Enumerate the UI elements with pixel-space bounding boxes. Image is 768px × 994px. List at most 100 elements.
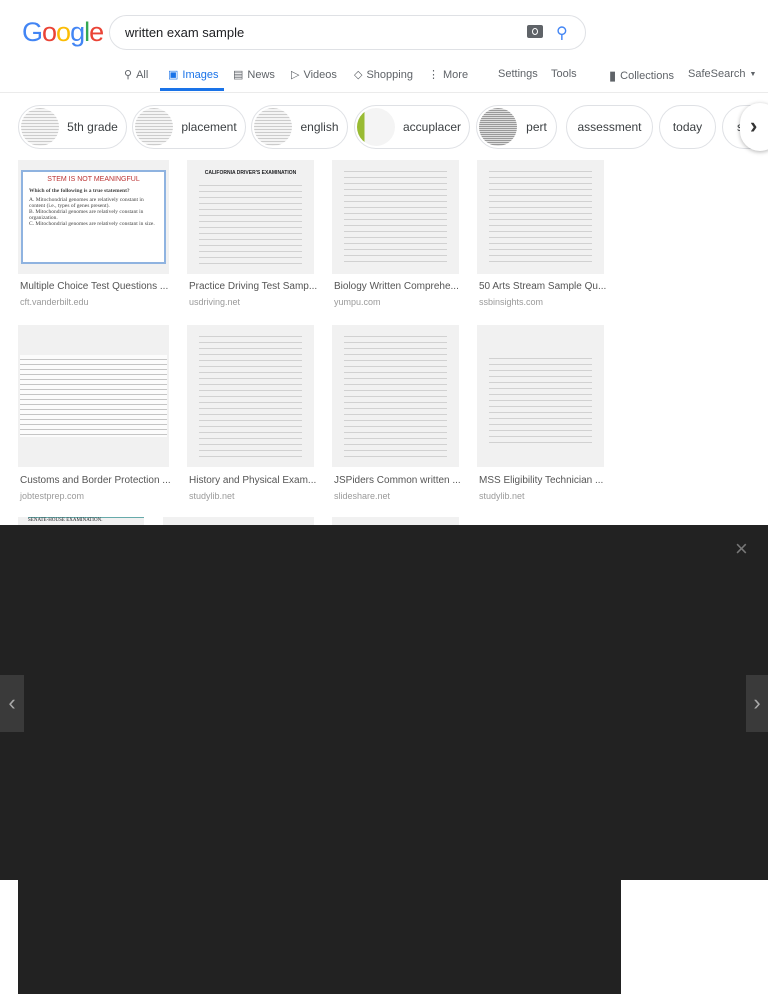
chips-next-button[interactable]: › [740, 103, 768, 151]
document-image [199, 182, 302, 266]
result-thumbnail[interactable] [18, 325, 169, 467]
result-caption[interactable]: MSS Eligibility Technician ... [479, 475, 603, 486]
thumb-option: A. Mitochondrial genomes are relatively … [29, 197, 144, 209]
chip-thumbnail [479, 108, 517, 146]
tag-icon: ◇ [354, 69, 363, 81]
logo-letter: o [56, 17, 71, 47]
result-thumbnail[interactable] [477, 325, 604, 467]
next-image-button[interactable]: › [746, 675, 768, 732]
tab-label: Shopping [366, 68, 413, 81]
thumb-question: Which of the following is a true stateme… [29, 188, 130, 194]
result-thumbnail[interactable] [477, 160, 604, 274]
thumb-title: CALIFORNIA DRIVER'S EXAMINATION [204, 170, 297, 176]
chip-5th-grade[interactable]: 5th grade [18, 105, 127, 149]
result-thumbnail[interactable] [187, 325, 314, 467]
result-thumbnail[interactable] [332, 160, 459, 274]
result-thumbnail[interactable] [332, 517, 459, 525]
logo-letter: g [70, 17, 85, 47]
logo-letter: e [89, 17, 104, 47]
chip-label: english [300, 120, 339, 134]
more-vert-icon: ⋮ [428, 69, 439, 81]
tab-news[interactable]: ▤ News [233, 68, 275, 82]
tab-label: All [136, 68, 149, 81]
document-image [489, 355, 592, 447]
result-thumbnail[interactable] [332, 325, 459, 467]
tools-link[interactable]: Tools [551, 68, 577, 80]
result-caption[interactable]: Biology Written Comprehe... [334, 281, 459, 292]
chip-placement[interactable]: placement [132, 105, 246, 149]
document-image [489, 168, 592, 266]
tab-label: News [247, 68, 275, 81]
tab-images[interactable]: ▣ Images [168, 68, 219, 82]
result-source: jobtestprep.com [20, 491, 85, 501]
result-source: usdriving.net [189, 297, 241, 307]
result-caption[interactable]: Customs and Border Protection ... [20, 475, 171, 486]
chip-label: accuplacer [402, 120, 462, 134]
result-source: slideshare.net [334, 491, 391, 501]
thumb-title: STEM IS NOT MEANINGFUL [47, 176, 140, 183]
tab-label: More [443, 68, 469, 81]
active-tab-indicator [160, 88, 224, 91]
document-image [344, 168, 447, 266]
result-source: yumpu.com [334, 297, 381, 307]
search-input[interactable]: written exam sample [125, 25, 244, 40]
tab-shopping[interactable]: ◇ Shopping [354, 68, 413, 82]
tab-label: Videos [303, 68, 337, 81]
search-box[interactable]: written exam sample ⚲ [109, 15, 586, 50]
bookmark-icon: ▮ [609, 68, 617, 83]
thumb-title: SENATE-HOUSE EXAMINATION. [28, 517, 144, 523]
result-caption[interactable]: JSPiders Common written ... [334, 475, 461, 486]
result-caption[interactable]: Multiple Choice Test Questions ... [20, 281, 168, 292]
tab-more[interactable]: ⋮ More [428, 68, 469, 82]
result-caption[interactable]: Practice Driving Test Samp... [189, 281, 317, 292]
chip-thumbnail [357, 108, 395, 146]
result-caption[interactable]: 50 Arts Stream Sample Qu... [479, 281, 606, 292]
divider [0, 92, 768, 93]
chip-english[interactable]: english [251, 105, 348, 149]
search-icon: ⚲ [124, 69, 133, 81]
collections-link[interactable]: ▮ Collections [609, 68, 674, 84]
result-source: ssbinsights.com [479, 297, 544, 307]
tab-label: Images [182, 68, 219, 81]
chip-accuplacer[interactable]: accuplacer [354, 105, 470, 149]
chip-today[interactable]: today [659, 105, 716, 149]
chip-thumbnail [254, 108, 292, 146]
image-viewer-preview [18, 880, 621, 994]
logo-letter: o [42, 17, 57, 47]
chip-label: pert [526, 120, 547, 134]
chip-thumbnail [135, 108, 173, 146]
result-source: cft.vanderbilt.edu [20, 297, 89, 307]
chip-thumbnail [21, 108, 59, 146]
tab-all[interactable]: ⚲ All [124, 68, 149, 82]
chip-pert[interactable]: pert [476, 105, 557, 149]
previous-image-button[interactable]: ‹ [0, 675, 24, 732]
document-image [20, 355, 167, 437]
result-thumbnail[interactable]: CALIFORNIA DRIVER'S EXAMINATION [187, 160, 314, 274]
chip-assessment[interactable]: assessment [566, 105, 653, 149]
chip-label: assessment [577, 120, 642, 134]
chip-label: placement [181, 120, 237, 134]
result-caption[interactable]: History and Physical Exam... [189, 475, 316, 486]
result-thumbnail[interactable] [163, 517, 314, 525]
tab-videos[interactable]: ▷ Videos [291, 68, 337, 82]
chevron-right-icon: › [750, 113, 758, 138]
chevron-left-icon: ‹ [8, 690, 16, 715]
safesearch-toggle[interactable]: SafeSearch ▼ [688, 68, 756, 80]
caret-down-icon: ▼ [749, 70, 757, 78]
chevron-right-icon: › [753, 690, 761, 715]
image-icon: ▣ [168, 69, 179, 81]
result-thumbnail[interactable]: SENATE-HOUSE EXAMINATION. [18, 517, 144, 525]
thumbnail-content: STEM IS NOT MEANINGFUL Which of the foll… [21, 170, 166, 264]
news-icon: ▤ [233, 69, 244, 81]
search-icon[interactable]: ⚲ [556, 23, 568, 43]
document-image [344, 333, 447, 459]
camera-icon[interactable] [527, 25, 543, 38]
result-source: studylib.net [479, 491, 525, 501]
chip-label: today [672, 120, 703, 134]
result-thumbnail[interactable]: STEM IS NOT MEANINGFUL Which of the foll… [18, 160, 169, 274]
settings-link[interactable]: Settings [498, 68, 538, 80]
close-icon[interactable]: × [735, 536, 748, 562]
google-logo[interactable]: Google [22, 17, 104, 48]
logo-letter: G [22, 17, 43, 47]
thumb-option: B. Mitochondrial genomes are relatively … [29, 209, 144, 221]
